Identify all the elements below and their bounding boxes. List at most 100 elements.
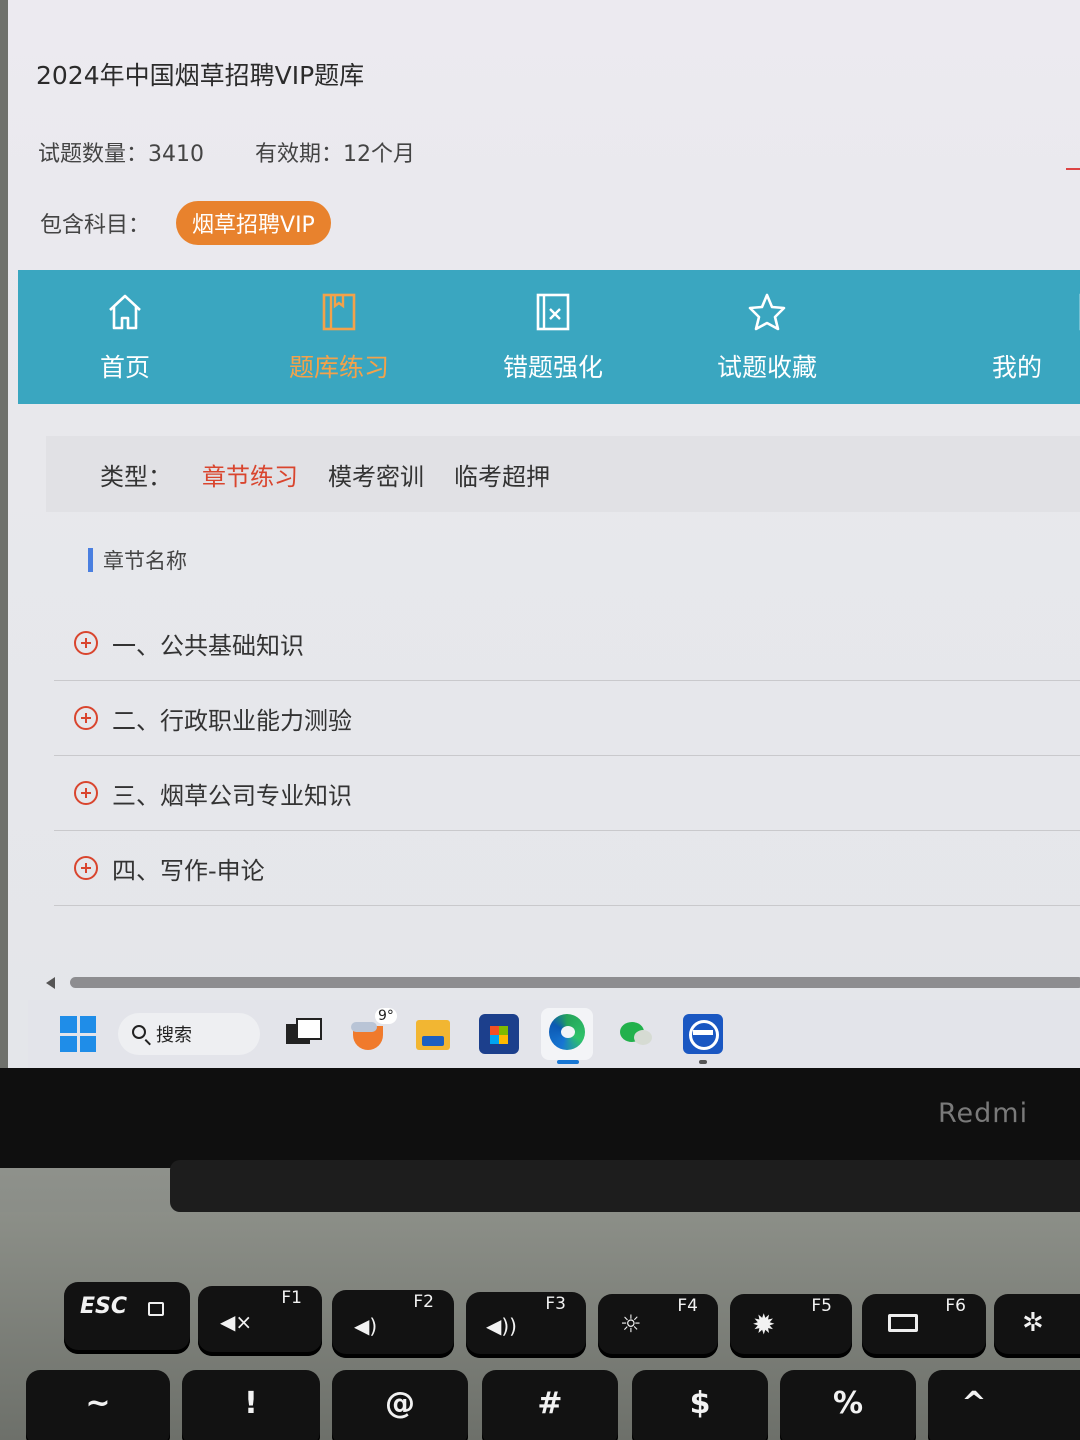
volume-up-icon: ◀)) xyxy=(486,1314,517,1338)
nav-label: 题库练习 xyxy=(288,353,389,382)
key-label: F3 xyxy=(545,1294,566,1314)
course-title: 2024年中国烟草招聘VIP题库 xyxy=(36,61,365,90)
lock-icon xyxy=(148,1302,164,1316)
key-label: ~ xyxy=(85,1386,111,1421)
running-indicator xyxy=(699,1060,707,1064)
f6-key[interactable]: F6 xyxy=(862,1294,986,1358)
esc-key[interactable]: ESC xyxy=(64,1282,190,1354)
wechat-icon[interactable] xyxy=(618,1014,658,1054)
brightness-up-icon: ✹ xyxy=(752,1308,776,1341)
subject-tag[interactable]: 烟草招聘VIP xyxy=(176,201,331,245)
book-icon xyxy=(322,293,356,331)
nav-favorites[interactable]: 试题收藏 xyxy=(660,270,874,404)
nav-mine[interactable]: 我的 xyxy=(874,270,1080,404)
app-icon[interactable] xyxy=(683,1014,723,1064)
heading-accent xyxy=(88,548,93,572)
chapter-title: 三、烟草公司专业知识 xyxy=(112,781,352,810)
chapter-item[interactable]: 四、写作-申论 xyxy=(54,831,1080,906)
nav-home[interactable]: 首页 xyxy=(18,270,232,404)
key-label: F1 xyxy=(281,1288,302,1308)
f5-key[interactable]: F5 ✹ xyxy=(730,1294,852,1358)
screen: 2024年中国烟草招聘VIP题库 试题数量：3410 有效期：12个月 包含科目… xyxy=(8,0,1080,1068)
task-view-icon[interactable] xyxy=(284,1014,324,1054)
edge-icon xyxy=(549,1014,585,1050)
main-nav: 首页 题库练习 错题强化 试题收藏 我的 xyxy=(18,270,1080,404)
key-label: F5 xyxy=(811,1296,832,1316)
key-5[interactable]: % xyxy=(780,1370,916,1440)
key-label: ! xyxy=(244,1386,258,1421)
type-option-chapter[interactable]: 章节练习 xyxy=(202,457,298,492)
scroll-left-icon[interactable] xyxy=(46,977,55,989)
nav-question-bank[interactable]: 题库练习 xyxy=(232,270,446,404)
key-label: % xyxy=(832,1386,864,1421)
chapter-item[interactable]: 三、烟草公司专业知识 xyxy=(54,756,1080,831)
f1-key[interactable]: F1 ◀× xyxy=(198,1286,322,1356)
chapter-title: 二、行政职业能力测验 xyxy=(112,706,352,735)
f3-key[interactable]: F3 ◀)) xyxy=(466,1292,586,1358)
display-switch-icon xyxy=(888,1314,918,1332)
key-1[interactable]: ! xyxy=(182,1370,320,1440)
file-explorer-icon[interactable] xyxy=(414,1014,454,1054)
f2-key[interactable]: F2 ◀) xyxy=(332,1290,454,1358)
expand-icon[interactable] xyxy=(74,631,98,655)
weather-temp: 9° xyxy=(375,1008,397,1024)
chapter-heading-text: 章节名称 xyxy=(103,549,187,573)
chapter-section-heading: 章节名称 xyxy=(88,546,187,574)
key-label: ^ xyxy=(961,1386,987,1421)
search-icon xyxy=(132,1025,146,1039)
search-label: 搜索 xyxy=(156,1025,192,1046)
key-label: $ xyxy=(689,1386,711,1421)
brightness-down-icon: ☼ xyxy=(620,1310,642,1338)
tilde-key[interactable]: ~ xyxy=(26,1370,170,1440)
type-filter: 类型： 章节练习 模考密训 临考超押 xyxy=(46,436,1080,512)
edge-mark xyxy=(1066,168,1080,170)
store-icon[interactable] xyxy=(479,1014,519,1054)
scrollbar-thumb[interactable] xyxy=(70,977,1080,988)
nav-label: 错题强化 xyxy=(502,353,603,382)
expand-icon[interactable] xyxy=(74,781,98,805)
validity-period: 有效期：12个月 xyxy=(255,142,415,167)
start-icon[interactable] xyxy=(60,1016,96,1052)
key-2[interactable]: @ xyxy=(332,1370,468,1440)
key-label: ESC xyxy=(80,1294,128,1319)
key-4[interactable]: $ xyxy=(632,1370,768,1440)
taskbar-search[interactable]: 搜索 xyxy=(118,1013,260,1055)
keyboard-light-icon: ✲ xyxy=(1022,1308,1044,1338)
type-option-mock[interactable]: 模考密训 xyxy=(328,457,424,492)
expand-icon[interactable] xyxy=(74,856,98,880)
hinge xyxy=(170,1160,1080,1212)
nav-wrong-questions[interactable]: 错题强化 xyxy=(446,270,660,404)
home-icon xyxy=(109,294,141,330)
horizontal-scrollbar[interactable] xyxy=(44,972,1080,994)
volume-down-icon: ◀) xyxy=(354,1314,378,1338)
chapter-title: 一、公共基础知识 xyxy=(112,631,304,660)
screen-bezel xyxy=(0,1068,1080,1168)
brand-logo: Redmi xyxy=(938,1098,1029,1129)
key-6[interactable]: ^ xyxy=(928,1370,1080,1440)
chapter-item[interactable]: 一、公共基础知识 xyxy=(54,606,1080,681)
key-label: # xyxy=(537,1386,563,1421)
nav-label: 试题收藏 xyxy=(716,353,817,382)
nav-label: 首页 xyxy=(99,353,150,382)
f7-key[interactable]: ✲ xyxy=(994,1294,1080,1358)
wrong-icon xyxy=(536,293,570,331)
type-filter-label: 类型： xyxy=(100,462,172,491)
active-indicator xyxy=(557,1060,579,1064)
key-3[interactable]: # xyxy=(482,1370,618,1440)
chapter-item[interactable]: 二、行政职业能力测验 xyxy=(54,681,1080,756)
edge-taskbar-button[interactable] xyxy=(541,1008,593,1064)
key-label: F6 xyxy=(945,1296,966,1316)
mute-icon: ◀× xyxy=(220,1310,253,1334)
key-label: @ xyxy=(385,1386,415,1421)
nav-label: 我的 xyxy=(992,353,1043,382)
subjects-row: 包含科目： 烟草招聘VIP xyxy=(40,201,331,245)
taskbar: 搜索 9° xyxy=(28,1000,1080,1068)
question-count: 试题数量：3410 xyxy=(38,142,204,167)
expand-icon[interactable] xyxy=(74,706,98,730)
type-option-final[interactable]: 临考超押 xyxy=(454,457,550,492)
weather-icon[interactable]: 9° xyxy=(349,1008,397,1054)
key-label: F4 xyxy=(677,1296,698,1316)
f4-key[interactable]: F4 ☼ xyxy=(598,1294,718,1358)
chapter-title: 四、写作-申论 xyxy=(112,856,265,885)
key-label: F2 xyxy=(413,1292,434,1312)
